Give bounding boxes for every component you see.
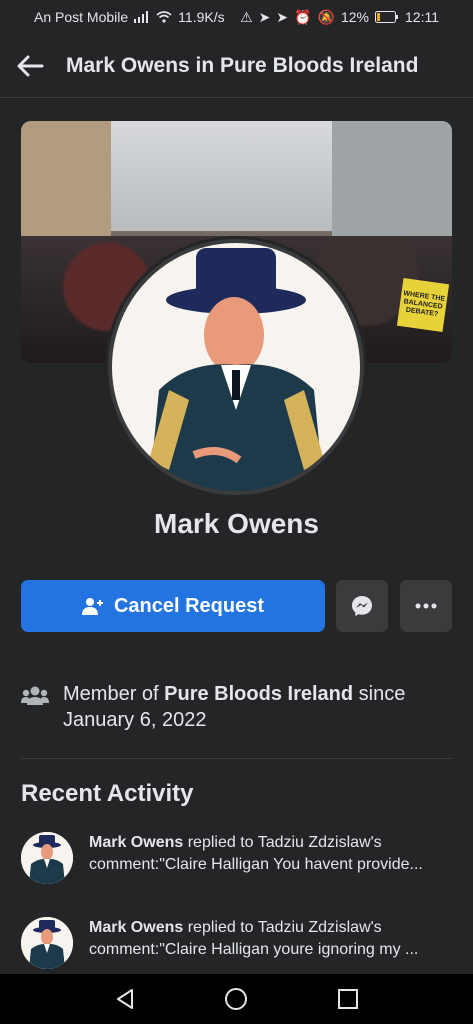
home-circle-icon[interactable]	[224, 987, 248, 1011]
membership-suffix: since	[353, 683, 406, 705]
recent-activity-heading: Recent Activity	[21, 780, 194, 807]
warning-icon: ⚠	[240, 8, 253, 25]
arrow-left-icon	[17, 55, 44, 76]
more-icon	[415, 603, 437, 609]
battery-level: 12%	[340, 9, 369, 25]
back-button[interactable]	[0, 34, 60, 98]
activity-actor[interactable]: Mark Owens	[89, 919, 183, 936]
activity-avatar[interactable]	[21, 832, 73, 884]
messenger-icon	[352, 596, 372, 616]
avatar-thumbnail-icon	[21, 832, 73, 884]
alarm-icon: ⏰	[294, 8, 312, 25]
activity-snippet: comment:"Claire Halligan youre ignoring …	[89, 941, 419, 958]
profile-avatar[interactable]	[105, 236, 367, 498]
more-options-button[interactable]	[400, 580, 452, 632]
wifi-icon	[156, 11, 172, 23]
telegram-icon-2: ➤	[276, 8, 289, 25]
membership-date: January 6, 2022	[63, 709, 207, 731]
cover-protest-sign: WHERE THE BALANCED DEBATE?	[396, 278, 450, 332]
carrier-label: An Post Mobile	[34, 9, 129, 25]
status-bar: An Post Mobile 11.9K/s ⚠ ➤ ➤ ⏰ 🔕 12% 12:…	[0, 0, 473, 34]
activity-snippet: comment:"Claire Halligan You havent prov…	[89, 856, 423, 873]
cancel-request-button[interactable]: Cancel Request	[21, 580, 325, 632]
recents-square-icon[interactable]	[337, 988, 359, 1010]
activity-item[interactable]: Mark Owens replied to Tadziu Zdzislaw's …	[21, 832, 461, 884]
messenger-button[interactable]	[336, 580, 388, 632]
activity-action: replied to Tadziu Zdzislaw's	[183, 834, 382, 851]
avatar-thumbnail-icon	[21, 917, 73, 969]
activity-item[interactable]: Mark Owens replied to Tadziu Zdzislaw's …	[21, 917, 461, 969]
signal-icon	[134, 11, 149, 23]
activity-avatar[interactable]	[21, 917, 73, 969]
page-title: Mark Owens in Pure Bloods Ireland	[66, 53, 419, 77]
group-icon	[21, 686, 49, 705]
back-triangle-icon[interactable]	[114, 988, 136, 1010]
divider	[21, 758, 452, 759]
membership-prefix: Member of	[63, 683, 165, 705]
mute-icon: 🔕	[317, 8, 335, 25]
telegram-icon: ➤	[258, 8, 271, 25]
group-name-link[interactable]: Pure Bloods Ireland	[164, 683, 353, 705]
system-navigation-bar	[0, 974, 473, 1024]
battery-icon	[375, 11, 398, 23]
clock: 12:11	[405, 9, 439, 25]
membership-info: Member of Pure Bloods Ireland since Janu…	[21, 681, 461, 733]
top-bar: Mark Owens in Pure Bloods Ireland	[0, 34, 473, 98]
person-add-icon	[81, 598, 103, 615]
cancel-request-label: Cancel Request	[113, 594, 265, 617]
activity-action: replied to Tadziu Zdzislaw's	[183, 919, 382, 936]
avatar-illustration	[109, 240, 363, 494]
activity-actor[interactable]: Mark Owens	[89, 834, 183, 851]
network-speed: 11.9K/s	[178, 9, 225, 25]
profile-name: Mark Owens	[154, 508, 319, 539]
